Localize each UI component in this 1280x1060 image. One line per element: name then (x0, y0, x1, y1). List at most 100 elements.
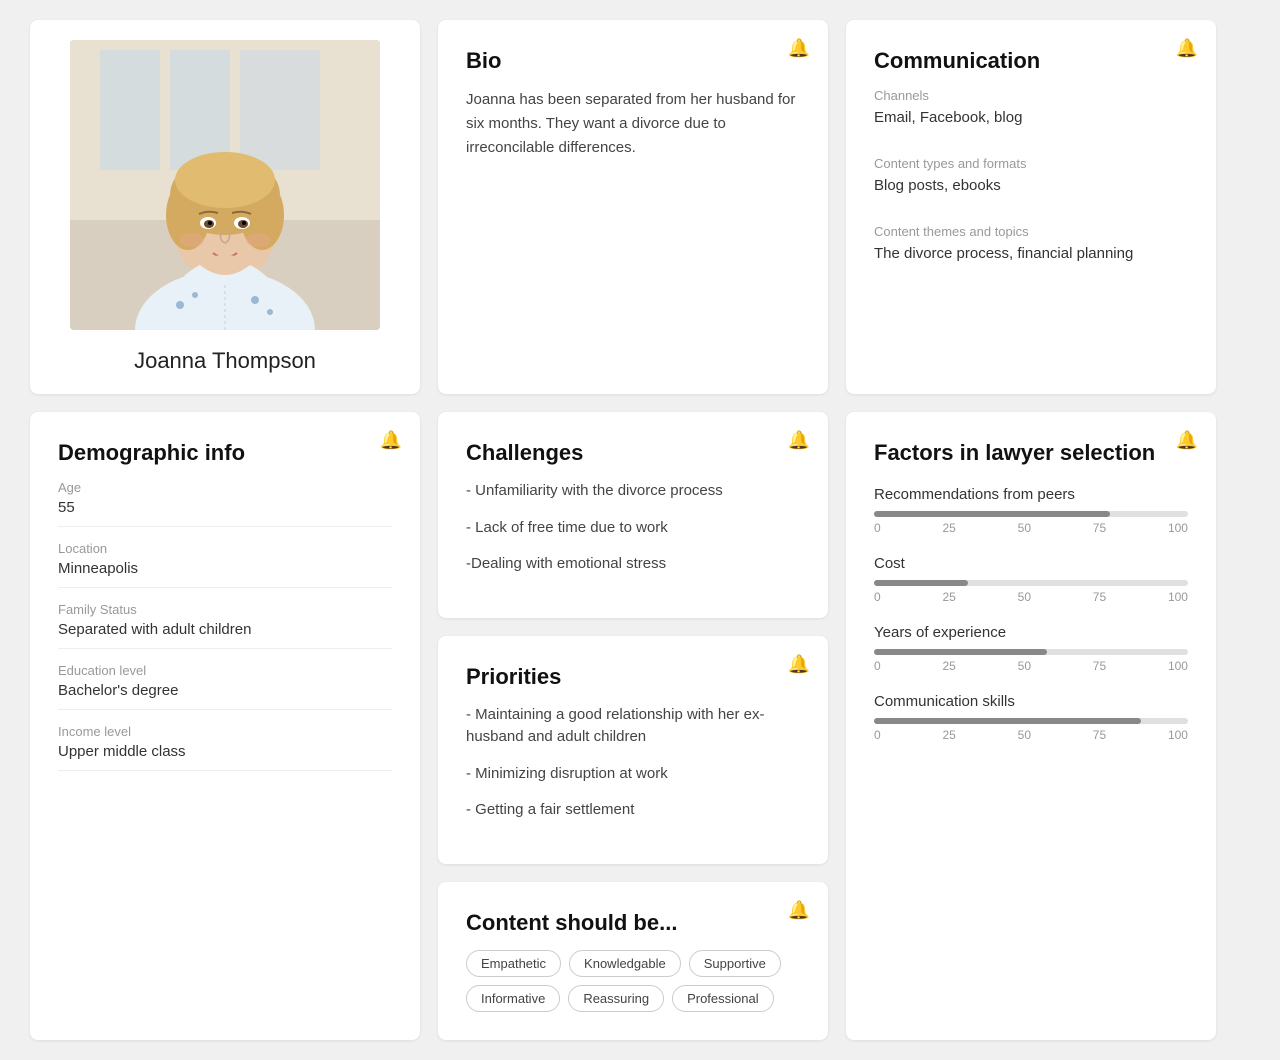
scale-label: 50 (1018, 521, 1031, 535)
channels-value: Email, Facebook, blog (874, 109, 1188, 138)
family-field: Family Status Separated with adult child… (58, 602, 392, 649)
challenge-item-1: - Unfamiliarity with the divorce process (466, 480, 800, 503)
bar-section-0: Recommendations from peers 0255075100 (874, 486, 1188, 535)
bar-scale-0: 0 25 50 75 100 (874, 521, 1188, 535)
scale-label: 100 (1168, 521, 1188, 535)
challenges-list: - Unfamiliarity with the divorce process… (466, 480, 800, 576)
family-label: Family Status (58, 602, 392, 617)
education-value: Bachelor's degree (58, 682, 392, 710)
tag-0: Empathetic (466, 950, 561, 977)
tag-5: Professional (672, 985, 774, 1012)
bars-container: Recommendations from peers 0255075100 Co… (874, 486, 1188, 742)
bio-card: 🔔 Bio Joanna has been separated from her… (438, 20, 828, 394)
scale-label: 25 (942, 728, 955, 742)
scale-label: 75 (1093, 728, 1106, 742)
location-field: Location Minneapolis (58, 541, 392, 588)
scale-label: 0 (874, 728, 881, 742)
middle-bottom-column: 🔔 Challenges - Unfamiliarity with the di… (438, 412, 828, 1040)
content-lightbulb-icon: 🔔 (788, 900, 810, 921)
scale-label: 75 (1093, 659, 1106, 673)
bio-lightbulb-icon: 🔔 (788, 38, 810, 59)
scale-label: 25 (942, 659, 955, 673)
bar-scale-2: 0 25 50 75 100 (874, 659, 1188, 673)
scale-label: 50 (1018, 659, 1031, 673)
profile-card: Joanna Thompson (30, 20, 420, 394)
bar-section-1: Cost 0 25 50 75 100 (874, 555, 1188, 604)
family-value: Separated with adult children (58, 621, 392, 649)
tag-4: Reassuring (568, 985, 664, 1012)
priorities-card: 🔔 Priorities - Maintaining a good relati… (438, 636, 828, 864)
comm-themes-section: Content themes and topics The divorce pr… (874, 224, 1188, 274)
scale-label: 100 (1168, 659, 1188, 673)
factors-title: Factors in lawyer selection (874, 440, 1188, 466)
demographic-card: 🔔 Demographic info Age 55 Location Minne… (30, 412, 420, 1040)
bar-track-1 (874, 580, 1188, 586)
priority-item-1: - Maintaining a good relationship with h… (466, 704, 800, 749)
communication-card: 🔔 Communication Channels Email, Facebook… (846, 20, 1216, 394)
age-field: Age 55 (58, 480, 392, 527)
content-tags: Empathetic Knowledgable Supportive Informat… (466, 950, 800, 1012)
challenge-item-2: - Lack of free time due to work (466, 517, 800, 540)
channels-label: Channels (874, 88, 1188, 103)
scale-label: 50 (1018, 590, 1031, 604)
priorities-title: Priorities (466, 664, 800, 690)
bar-scale-3: 0255075100 (874, 728, 1188, 742)
age-value: 55 (58, 499, 392, 527)
income-field: Income level Upper middle class (58, 724, 392, 771)
bar-section-2: Years of experience 0 25 50 75 100 (874, 624, 1188, 673)
bar-scale-1: 0 25 50 75 100 (874, 590, 1188, 604)
challenges-card: 🔔 Challenges - Unfamiliarity with the di… (438, 412, 828, 618)
scale-label: 0 (874, 590, 881, 604)
tag-2: Supportive (689, 950, 781, 977)
comm-title: Communication (874, 48, 1188, 74)
bar-fill-3 (874, 718, 1141, 724)
challenges-lightbulb-icon: 🔔 (788, 430, 810, 451)
location-label: Location (58, 541, 392, 556)
themes-value: The divorce process, financial planning (874, 245, 1188, 274)
priorities-lightbulb-icon: 🔔 (788, 654, 810, 675)
tag-3: Informative (466, 985, 560, 1012)
bar-track-2 (874, 649, 1188, 655)
bar-fill-1 (874, 580, 968, 586)
scale-label: 75 (1093, 590, 1106, 604)
scale-label: 25 (942, 521, 955, 535)
demo-title: Demographic info (58, 440, 392, 466)
formats-value: Blog posts, ebooks (874, 177, 1188, 206)
scale-label: 25 (942, 590, 955, 604)
scale-label: 100 (1168, 590, 1188, 604)
profile-photo (70, 40, 380, 330)
bar-label-2: Years of experience (874, 624, 1188, 641)
bar-section-3: Communication skills 0255075100 (874, 693, 1188, 742)
factors-lightbulb-icon: 🔔 (1176, 430, 1198, 451)
profile-name: Joanna Thompson (134, 348, 316, 374)
content-should-be-card: 🔔 Content should be... Empathetic Knowled… (438, 882, 828, 1040)
priority-item-3: - Getting a fair settlement (466, 799, 800, 822)
tag-1: Knowledgable (569, 950, 681, 977)
content-title: Content should be... (466, 910, 800, 936)
scale-label: 0 (874, 521, 881, 535)
formats-label: Content types and formats (874, 156, 1188, 171)
age-label: Age (58, 480, 392, 495)
income-label: Income level (58, 724, 392, 739)
bio-text: Joanna has been separated from her husba… (466, 88, 800, 160)
scale-label: 50 (1018, 728, 1031, 742)
scale-label: 0 (874, 659, 881, 673)
demo-lightbulb-icon: 🔔 (380, 430, 402, 451)
bar-fill-0 (874, 511, 1110, 517)
comm-formats-section: Content types and formats Blog posts, eb… (874, 156, 1188, 206)
challenges-title: Challenges (466, 440, 800, 466)
bar-label-3: Communication skills (874, 693, 1188, 710)
location-value: Minneapolis (58, 560, 392, 588)
income-value: Upper middle class (58, 743, 392, 771)
factors-card: 🔔 Factors in lawyer selection Recommenda… (846, 412, 1216, 1040)
comm-channels-section: Channels Email, Facebook, blog (874, 88, 1188, 138)
bar-label-1: Cost (874, 555, 1188, 572)
themes-label: Content themes and topics (874, 224, 1188, 239)
priority-item-2: - Minimizing disruption at work (466, 763, 800, 786)
bar-fill-2 (874, 649, 1047, 655)
bar-track-0 (874, 511, 1188, 517)
challenge-item-3: -Dealing with emotional stress (466, 553, 800, 576)
bar-track-3 (874, 718, 1188, 724)
main-grid: Joanna Thompson 🔔 Bio Joanna has been se… (30, 20, 1250, 1040)
scale-label: 75 (1093, 521, 1106, 535)
